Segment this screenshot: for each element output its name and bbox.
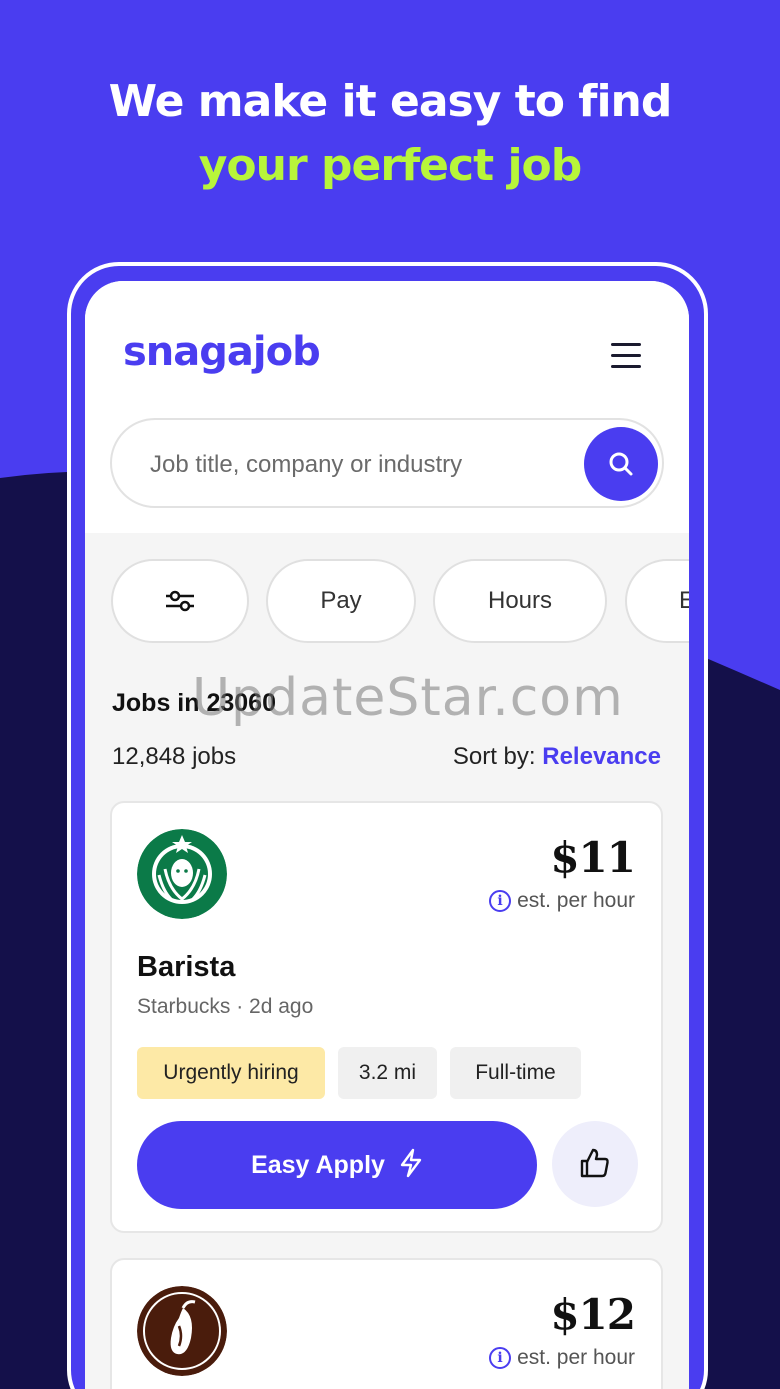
job-card[interactable]: $12 i est. per hour xyxy=(110,1258,663,1389)
pay-note-text: est. per hour xyxy=(517,889,635,912)
lightning-icon xyxy=(400,1149,422,1178)
tag-distance: 3.2 mi xyxy=(338,1047,437,1099)
headline-line-1: We make it easy to find xyxy=(108,76,673,127)
easy-apply-label: Easy Apply xyxy=(251,1151,385,1179)
info-icon[interactable]: i xyxy=(489,890,512,913)
sliders-icon xyxy=(166,590,194,612)
job-card[interactable]: $11 i est. per hour Barista Starbucks · 2… xyxy=(110,801,663,1233)
filter-settings-chip[interactable] xyxy=(111,559,249,643)
chipotle-logo-icon xyxy=(137,1286,227,1376)
job-pay: $11 xyxy=(550,833,636,882)
starbucks-logo-icon xyxy=(137,829,227,919)
job-posted: 2d ago xyxy=(249,995,314,1018)
thumbs-up-icon xyxy=(580,1148,609,1178)
tag-job-type: Full-time xyxy=(450,1047,581,1099)
sort-value[interactable]: Relevance xyxy=(542,743,661,770)
search-button[interactable] xyxy=(584,427,658,501)
pay-note: i est. per hour xyxy=(489,1346,635,1370)
phone-screen: snagajob Pay Hours E Jobs in 23060 12,84… xyxy=(85,281,689,1389)
job-title[interactable]: Barista xyxy=(137,951,235,984)
thumbs-up-button[interactable] xyxy=(552,1121,638,1207)
snagajob-logo[interactable]: snagajob xyxy=(123,329,321,375)
tag-urgently-hiring: Urgently hiring xyxy=(137,1047,325,1099)
headline-line-2: your perfect job xyxy=(198,140,583,191)
sort-control[interactable]: Sort by: Relevance xyxy=(453,743,661,771)
search-bar xyxy=(110,418,664,508)
app-header: snagajob xyxy=(85,281,689,533)
filter-chip-hours[interactable]: Hours xyxy=(433,559,607,643)
search-icon xyxy=(609,452,633,476)
sort-label: Sort by: xyxy=(452,743,536,770)
info-icon[interactable]: i xyxy=(489,1347,512,1370)
filter-chip-pay[interactable]: Pay xyxy=(266,559,416,643)
watermark: UpdateStar.com xyxy=(192,668,624,728)
results-count: 12,848 jobs xyxy=(112,743,237,770)
job-meta: Starbucks · 2d ago xyxy=(137,995,313,1019)
pay-note-text: est. per hour xyxy=(517,1346,635,1369)
filter-chip-more[interactable]: E xyxy=(625,559,689,643)
job-company: Starbucks xyxy=(137,995,231,1018)
headline: We make it easy to find your perfect job xyxy=(0,70,780,198)
hamburger-menu-icon[interactable] xyxy=(611,343,641,369)
meta-separator: · xyxy=(236,995,250,1018)
search-input[interactable] xyxy=(150,448,570,482)
job-pay: $12 xyxy=(550,1290,636,1339)
easy-apply-button[interactable]: Easy Apply xyxy=(137,1121,537,1209)
pay-note: i est. per hour xyxy=(489,889,635,913)
